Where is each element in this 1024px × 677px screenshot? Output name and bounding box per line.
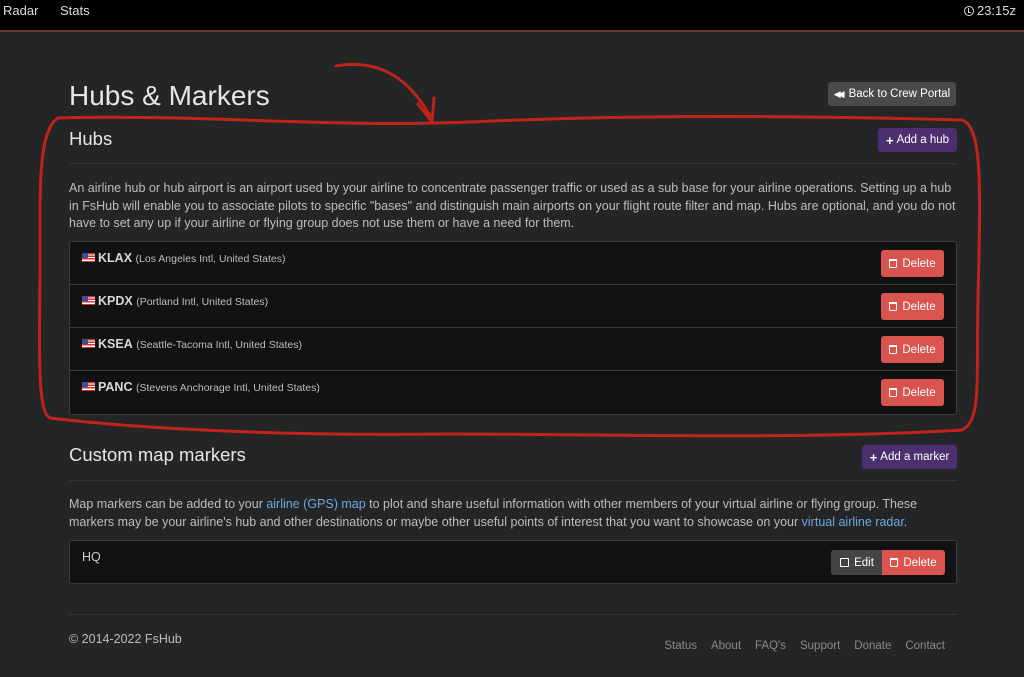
delete-label: Delete [902, 300, 936, 313]
copyright: © 2014-2022 FsHub [69, 632, 182, 646]
hub-row: KSEA (Seattle-Tacoma Intl, United States… [70, 328, 956, 371]
us-flag-icon [82, 253, 95, 262]
trash-icon [889, 302, 898, 311]
footer-link-donate[interactable]: Donate [854, 640, 891, 652]
delete-label: Delete [902, 343, 936, 356]
virtual-airline-radar-link[interactable]: virtual airline radar [802, 515, 904, 529]
back-label: Back to Crew Portal [848, 88, 951, 100]
hub-airport-name: (Stevens Anchorage Intl, United States) [135, 382, 320, 394]
markers-list: HQ Edit Delete [69, 540, 957, 584]
hub-airport-name: (Seattle-Tacoma Intl, United States) [136, 339, 302, 351]
marker-name: HQ [82, 550, 101, 564]
hub-row: KPDX (Portland Intl, United States) Dele… [70, 285, 956, 328]
trash-icon [889, 388, 898, 397]
annotation-arrowhead-icon [416, 96, 436, 124]
page-title: Hubs & Markers [69, 80, 270, 111]
trash-icon [889, 259, 898, 268]
delete-hub-button[interactable]: Delete [881, 250, 944, 277]
delete-hub-button[interactable]: Delete [881, 379, 944, 406]
footer-link-faqs[interactable]: FAQ's [755, 640, 786, 652]
add-hub-label: Add a hub [896, 134, 950, 146]
delete-label: Delete [902, 257, 936, 270]
nav-stats[interactable]: Stats [60, 3, 90, 18]
trash-icon [889, 345, 898, 354]
footer-link-contact[interactable]: Contact [905, 640, 945, 652]
backward-icon: ◀◀ [833, 88, 845, 99]
footer-links: Status About FAQ's Support Donate Contac… [664, 640, 945, 652]
back-to-crew-portal-button[interactable]: ◀◀ Back to Crew Portal [828, 82, 956, 106]
edit-icon [840, 558, 850, 567]
hub-airport-name: (Los Angeles Intl, United States) [135, 253, 286, 265]
footer-divider [69, 614, 957, 615]
hub-code: PANC [98, 380, 133, 394]
hubs-list: KLAX (Los Angeles Intl, United States) D… [69, 241, 957, 415]
plus-icon: + [885, 132, 894, 148]
markers-desc-text: Map markers can be added to your [69, 497, 267, 511]
us-flag-icon [82, 339, 95, 348]
us-flag-icon [82, 382, 95, 391]
delete-hub-button[interactable]: Delete [881, 293, 944, 320]
delete-hub-button[interactable]: Delete [881, 336, 944, 363]
hub-code: KLAX [98, 251, 133, 265]
footer-link-about[interactable]: About [711, 640, 741, 652]
top-navbar: Radar Stats 23:15z [0, 0, 1024, 32]
footer-link-status[interactable]: Status [664, 640, 697, 652]
markers-title: Custom map markers [69, 444, 246, 465]
add-marker-label: Add a marker [880, 451, 950, 463]
annotation-arrow-icon [334, 62, 432, 118]
edit-label: Edit [854, 556, 874, 569]
nav-radar[interactable]: Radar [3, 3, 38, 18]
us-flag-icon [82, 296, 95, 305]
hub-airport-name: (Portland Intl, United States) [136, 296, 269, 308]
footer-link-support[interactable]: Support [800, 640, 840, 652]
hub-code: KSEA [98, 337, 133, 351]
delete-marker-button[interactable]: Delete [882, 550, 945, 575]
add-marker-button[interactable]: + Add a marker [862, 445, 957, 469]
clock-icon [963, 6, 974, 16]
airline-gps-map-link[interactable]: airline (GPS) map [266, 497, 365, 511]
plus-icon: + [869, 449, 878, 465]
markers-description: Map markers can be added to your airline… [69, 496, 957, 531]
markers-desc-text: . [903, 514, 908, 529]
add-hub-button[interactable]: + Add a hub [878, 128, 957, 152]
hubs-title: Hubs [69, 128, 113, 149]
edit-marker-button[interactable]: Edit [831, 550, 883, 575]
trash-icon [890, 558, 899, 567]
utc-clock: 23:15z [963, 3, 1016, 18]
delete-label: Delete [903, 556, 937, 569]
delete-label: Delete [902, 386, 936, 399]
hub-row: KLAX (Los Angeles Intl, United States) D… [70, 242, 956, 285]
hubs-divider [69, 163, 957, 164]
marker-row: HQ Edit Delete [70, 541, 956, 583]
clock-time: 23:15z [976, 3, 1016, 18]
hubs-description: An airline hub or hub airport is an airp… [69, 181, 956, 230]
markers-divider [69, 480, 957, 481]
hub-code: KPDX [98, 294, 133, 308]
hub-row: PANC (Stevens Anchorage Intl, United Sta… [70, 371, 956, 414]
